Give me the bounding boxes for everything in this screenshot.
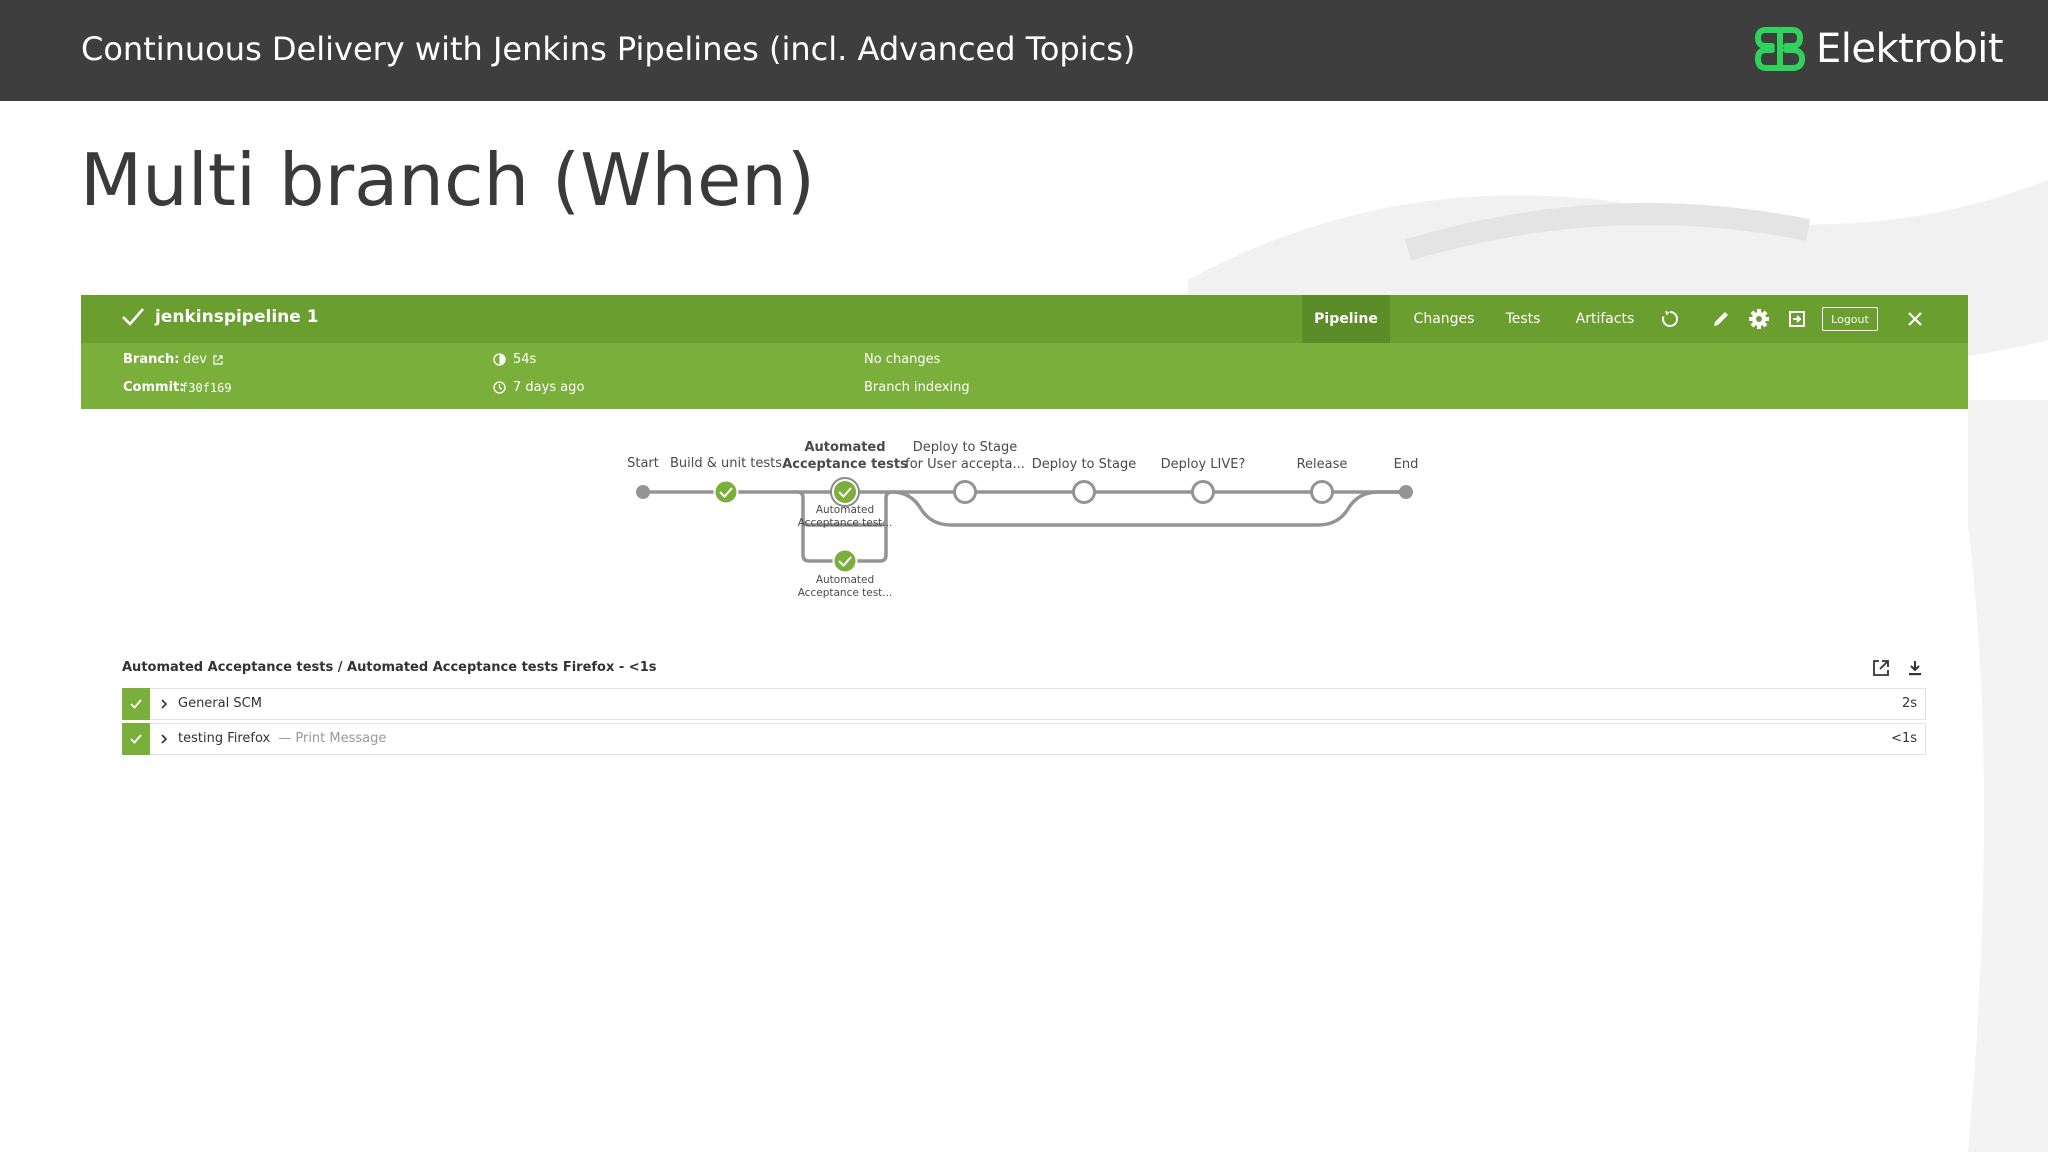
step-success-status xyxy=(122,723,150,755)
duration-icon xyxy=(493,353,506,366)
rerun-button[interactable] xyxy=(1658,307,1682,331)
stage-label-release: Release xyxy=(1297,457,1348,472)
rerun-icon xyxy=(1662,310,1679,327)
run-cause: Branch indexing xyxy=(864,380,970,395)
chevron-right-icon xyxy=(161,699,168,709)
classic-view-button[interactable] xyxy=(1785,307,1809,331)
tab-changes[interactable]: Changes xyxy=(1402,295,1486,343)
run-top-bar: jenkinspipeline 1 Pipeline Changes Tests… xyxy=(81,295,1968,343)
gear-icon xyxy=(1749,309,1769,329)
success-check-icon xyxy=(122,308,144,326)
stage-deploy-live[interactable]: Deploy LIVE? xyxy=(1161,457,1246,504)
commit-label: Commit: xyxy=(123,380,185,395)
run-details-bar: Branch: dev Commit: f30f169 54s 7 days a… xyxy=(81,343,1968,409)
stage-label-build: Build & unit tests xyxy=(670,456,782,471)
duration-value: 54s xyxy=(513,352,537,367)
expand-chevron[interactable] xyxy=(157,732,171,746)
step-duration: <1s xyxy=(1891,731,1917,746)
step-name-text: General SCM xyxy=(178,696,262,711)
slide-title: Multi branch (When) xyxy=(80,138,815,222)
download-icon xyxy=(1909,661,1921,676)
external-link-icon xyxy=(1873,660,1889,676)
started: 7 days ago xyxy=(493,380,584,395)
pencil-icon xyxy=(1714,312,1728,326)
stage-build[interactable]: Build & unit tests xyxy=(670,456,782,505)
stage-label-aat-line2: Acceptance tests xyxy=(782,457,908,472)
run-title: jenkinspipeline 1 xyxy=(121,306,319,328)
step-name: testing Firefox — Print Message xyxy=(178,731,386,746)
parallel-branch-2[interactable]: Automated Acceptance test... xyxy=(798,548,893,600)
clock-icon xyxy=(493,381,506,394)
stage-label-live: Deploy LIVE? xyxy=(1161,457,1246,472)
parallel-branch-label-1a: Automated xyxy=(816,504,874,516)
elektrobit-logo-icon xyxy=(1754,27,1806,71)
logout-button[interactable]: Logout xyxy=(1822,307,1878,331)
expand-chevron[interactable] xyxy=(157,697,171,711)
duration: 54s xyxy=(493,352,536,367)
exit-icon xyxy=(1789,311,1805,327)
step-duration: 2s xyxy=(1901,696,1917,711)
stage-label-start: Start xyxy=(627,456,659,471)
header-title: Continuous Delivery with Jenkins Pipelin… xyxy=(81,30,1136,68)
chevron-right-icon xyxy=(161,734,168,744)
success-check-icon xyxy=(130,734,142,744)
success-check-icon xyxy=(130,699,142,709)
step-name-text: testing Firefox xyxy=(178,731,271,746)
tab-tests[interactable]: Tests xyxy=(1491,295,1555,343)
parallel-branch-label-2b: Acceptance test... xyxy=(798,587,893,599)
stage-label-end: End xyxy=(1394,457,1419,472)
parallel-branch-label-1b: Acceptance test... xyxy=(798,517,893,529)
stage-label-dtsu-line1: Deploy to Stage xyxy=(913,440,1017,455)
step-description: — Print Message xyxy=(278,731,387,746)
edit-button[interactable] xyxy=(1709,307,1733,331)
settings-button[interactable] xyxy=(1747,307,1771,331)
stage-label-dtsu-line2: for User accepta... xyxy=(905,457,1025,472)
branch-link[interactable]: dev xyxy=(183,352,224,367)
stage-label-aat-line1: Automated xyxy=(804,440,885,455)
tab-pipeline[interactable]: Pipeline xyxy=(1302,295,1390,343)
step-row-testing-firefox[interactable]: testing Firefox — Print Message <1s xyxy=(122,723,1926,755)
branch-value: dev xyxy=(183,352,207,367)
close-button[interactable] xyxy=(1903,307,1927,331)
parallel-branch-label-2a: Automated xyxy=(816,574,874,586)
pipeline-graph: Start Build & unit tests Automated Accep… xyxy=(627,440,1419,600)
jenkins-run-view: jenkinspipeline 1 Pipeline Changes Tests… xyxy=(81,295,1968,763)
download-log-button[interactable] xyxy=(1903,656,1927,680)
tab-artifacts[interactable]: Artifacts xyxy=(1563,295,1647,343)
slide-header: Continuous Delivery with Jenkins Pipelin… xyxy=(0,0,2048,101)
stage-label-dts: Deploy to Stage xyxy=(1032,457,1136,472)
elektrobit-logo: Elektrobit xyxy=(1754,24,2004,74)
step-name: General SCM xyxy=(178,696,270,711)
logo-wordmark: Elektrobit xyxy=(1816,26,2004,72)
close-icon xyxy=(1908,312,1922,326)
step-row-general-scm[interactable]: General SCM 2s xyxy=(122,688,1926,720)
open-log-button[interactable] xyxy=(1869,656,1893,680)
stage-automated-acceptance-tests[interactable]: Automated Acceptance tests Automated Acc… xyxy=(782,440,908,529)
stage-deploy-to-stage[interactable]: Deploy to Stage xyxy=(1032,457,1136,504)
branch-label: Branch: xyxy=(123,352,180,367)
stage-release[interactable]: Release xyxy=(1297,457,1348,504)
external-link-icon xyxy=(213,354,223,365)
step-success-status xyxy=(122,688,150,720)
steps-title: Automated Acceptance tests / Automated A… xyxy=(122,660,657,675)
time-ago: 7 days ago xyxy=(513,380,585,395)
pipeline-name: jenkinspipeline 1 xyxy=(155,307,319,327)
commit-value: f30f169 xyxy=(181,381,232,395)
changes-summary: No changes xyxy=(864,352,941,367)
